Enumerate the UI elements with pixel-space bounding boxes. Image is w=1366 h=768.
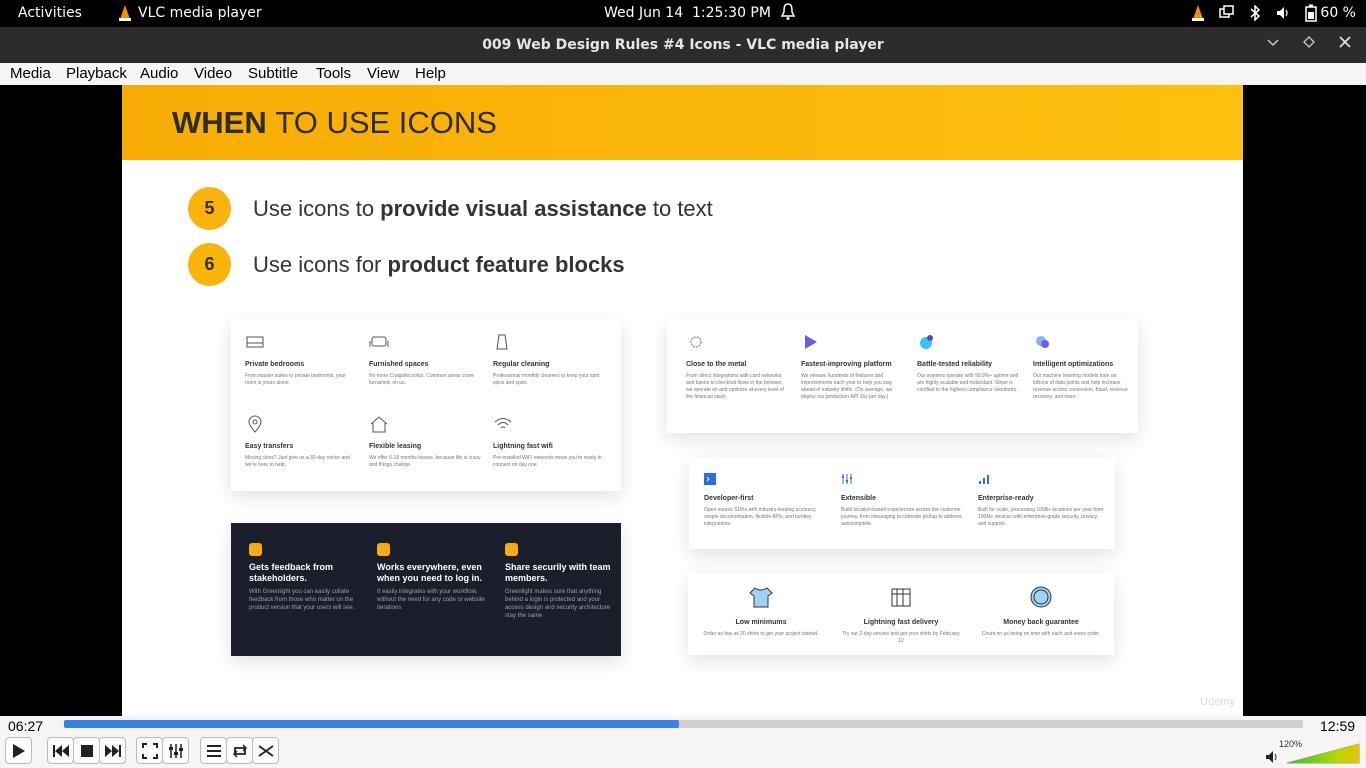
top-bar: Activities VLC media player Wed Jun 14 1… <box>0 0 1366 27</box>
devices-icon <box>377 543 390 556</box>
location-pin-icon <box>248 415 262 433</box>
shirt-icon <box>749 587 773 608</box>
menu-video[interactable]: Video <box>194 65 232 82</box>
battery-percent: 60 % <box>1320 5 1356 21</box>
extended-settings-button[interactable] <box>162 737 189 764</box>
elapsed-time: 06:27 <box>8 718 44 734</box>
slide-banner: WHEN TO USE ICONS <box>122 85 1243 160</box>
feature-item: Extensible Build location-based experienc… <box>841 473 969 528</box>
bar-chart-icon <box>979 475 989 484</box>
close-button[interactable] <box>1338 35 1352 53</box>
menu-audio[interactable]: Audio <box>140 65 178 82</box>
volume-tray-icon <box>1277 7 1289 19</box>
feature-item: Share securily with team members. Greenli… <box>505 543 611 620</box>
optimization-icon <box>1036 336 1049 348</box>
loop-button[interactable] <box>226 737 253 764</box>
window-titlebar: 009 Web Design Rules #4 Icons - VLC medi… <box>0 27 1366 63</box>
feature-item: Low minimums Order as few as 20 shirts to… <box>700 585 822 638</box>
feature-card-housing: Private bedrooms From master suites to pr… <box>231 319 621 491</box>
feature-card-greenlight: Gets feedback from stakeholders. With Gre… <box>231 523 621 656</box>
volume-percent: 120% <box>1279 739 1303 749</box>
feature-item: Works everywhere, even when you need to … <box>377 543 489 612</box>
menu-view[interactable]: View <box>367 65 399 82</box>
feature-item: Money back guarantee Count on us being on… <box>980 585 1102 638</box>
point-6: 6 Use icons for product feature blocks <box>188 243 625 286</box>
window-title: 009 Web Design Rules #4 Icons - VLC medi… <box>482 37 884 53</box>
feature-item: Developer-first Open-source SDKs with ind… <box>704 473 832 528</box>
feature-item: Lightning fast delivery Try our 2-day ser… <box>840 585 962 645</box>
battery-icon <box>1305 4 1318 22</box>
feature-card-stripe: Close to the metal From direct integratio… <box>667 319 1138 433</box>
bluetooth-icon <box>1250 5 1261 21</box>
reliability-icon <box>920 335 933 349</box>
system-tray[interactable]: 60 % <box>1191 4 1356 22</box>
lock-icon <box>505 543 518 556</box>
menu-media[interactable]: Media <box>10 65 51 82</box>
maximize-button[interactable] <box>1302 35 1316 53</box>
menu-bar: Media Playback Audio Video Subtitle Tool… <box>0 63 1366 85</box>
player-controls: 06:27 12:59 120% <box>0 716 1366 768</box>
feature-item: Furnished spaces No more Craigslist sofas… <box>369 333 479 387</box>
next-button[interactable] <box>99 737 126 764</box>
shuffle-button[interactable] <box>252 737 279 764</box>
fullscreen-button[interactable] <box>136 737 163 764</box>
feature-item: Fastest-improving platform We release hun… <box>801 333 903 401</box>
feature-item: Easy transfers Moving cities? Just give u… <box>245 415 360 469</box>
app-name: VLC media player <box>138 5 262 21</box>
vlc-cone-icon <box>119 5 131 21</box>
terminal-icon <box>704 473 716 485</box>
seek-bar[interactable] <box>64 720 1303 728</box>
udemy-watermark: Udemy <box>1200 696 1235 708</box>
previous-button[interactable] <box>47 737 74 764</box>
play-forward-icon <box>805 335 817 349</box>
app-menu[interactable]: VLC media player <box>118 5 262 21</box>
sliders-icon <box>842 474 852 484</box>
menu-tools[interactable]: Tools <box>316 65 351 82</box>
feature-item: Battle-tested reliability Our systems ope… <box>917 333 1019 394</box>
feature-card-shirts: Low minimums Order as few as 20 shirts to… <box>688 573 1114 655</box>
feature-item: Lightning fast wifi Pre-installed WiFi ne… <box>493 415 608 469</box>
feature-item: Intelligent optimizations Our machine lea… <box>1033 333 1133 401</box>
feedback-icon <box>249 543 262 556</box>
network-icon <box>690 336 702 348</box>
bed-icon <box>246 336 264 348</box>
number-badge: 6 <box>188 243 231 286</box>
menu-playback[interactable]: Playback <box>66 65 127 82</box>
feature-item: Enterprise-ready Built for scale, process… <box>978 473 1106 528</box>
clock[interactable]: Wed Jun 14 1:25:30 PM <box>604 5 771 21</box>
speaker-icon <box>1266 751 1277 763</box>
slide: WHEN TO USE ICONS 5 Use icons to provide… <box>122 85 1243 716</box>
activities-button[interactable]: Activities <box>18 5 82 21</box>
number-badge: 5 <box>188 187 231 230</box>
guarantee-icon <box>1030 586 1052 608</box>
network-icon <box>1219 5 1235 18</box>
feature-item: Gets feedback from stakeholders. With Gre… <box>249 543 361 612</box>
feature-item: Flexible leasing We offer 6-18 months lea… <box>369 415 484 469</box>
minimize-button[interactable] <box>1266 35 1280 53</box>
feature-card-location: Developer-first Open-source SDKs with ind… <box>689 457 1115 549</box>
menu-subtitle[interactable]: Subtitle <box>248 65 298 82</box>
cleaning-icon <box>496 334 508 350</box>
slide-title: WHEN TO USE ICONS <box>172 105 497 140</box>
menu-help[interactable]: Help <box>415 65 446 82</box>
volume-control[interactable]: 120% <box>1265 739 1361 764</box>
house-icon <box>370 416 388 433</box>
calendar-icon <box>891 588 911 607</box>
feature-item: Regular cleaning Professional monthly cle… <box>493 333 608 387</box>
total-time: 12:59 <box>1320 718 1356 734</box>
sofa-icon <box>369 336 389 347</box>
playlist-button[interactable] <box>200 737 227 764</box>
play-button[interactable] <box>5 737 32 764</box>
feature-item: Close to the metal From direct integratio… <box>686 333 786 401</box>
notification-bell-icon <box>780 3 796 25</box>
point-5: 5 Use icons to provide visual assistance… <box>188 187 713 230</box>
wifi-icon <box>494 418 512 429</box>
feature-item: Private bedrooms From master suites to pr… <box>245 333 355 387</box>
seek-progress <box>64 720 679 728</box>
vlc-tray-icon <box>1192 5 1205 21</box>
stop-button[interactable] <box>73 737 100 764</box>
video-area[interactable]: WHEN TO USE ICONS 5 Use icons to provide… <box>0 85 1366 716</box>
